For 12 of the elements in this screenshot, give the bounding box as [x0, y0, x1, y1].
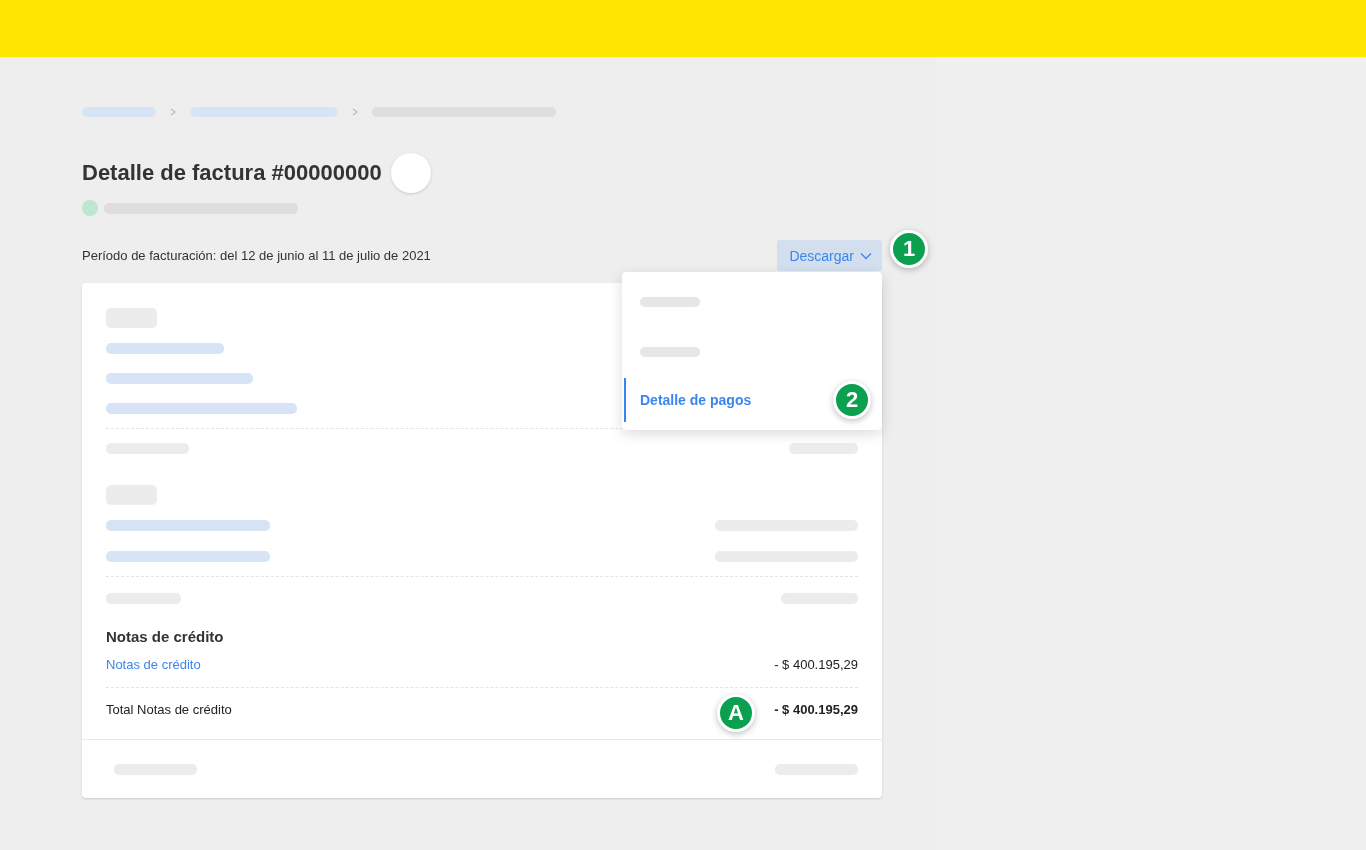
page-title: Detalle de factura #00000000	[82, 160, 382, 186]
chevron-down-icon	[860, 251, 872, 260]
total-label: Total Notas de crédito	[106, 702, 232, 717]
callout-marker: 1	[890, 230, 928, 268]
credit-notes-amount: - $ 400.195,29	[774, 657, 858, 672]
total-amount: - $ 400.195,29	[774, 702, 858, 717]
download-button[interactable]: Descargar	[777, 240, 882, 271]
section-heading: Notas de crédito	[106, 628, 225, 645]
status-circle	[390, 153, 431, 193]
status-dot	[82, 200, 98, 216]
billing-period: Período de facturación: del 12 de junio al 11 de julio de 2021	[82, 248, 431, 263]
credit-notes-link[interactable]: Notas de crédito	[106, 657, 201, 672]
